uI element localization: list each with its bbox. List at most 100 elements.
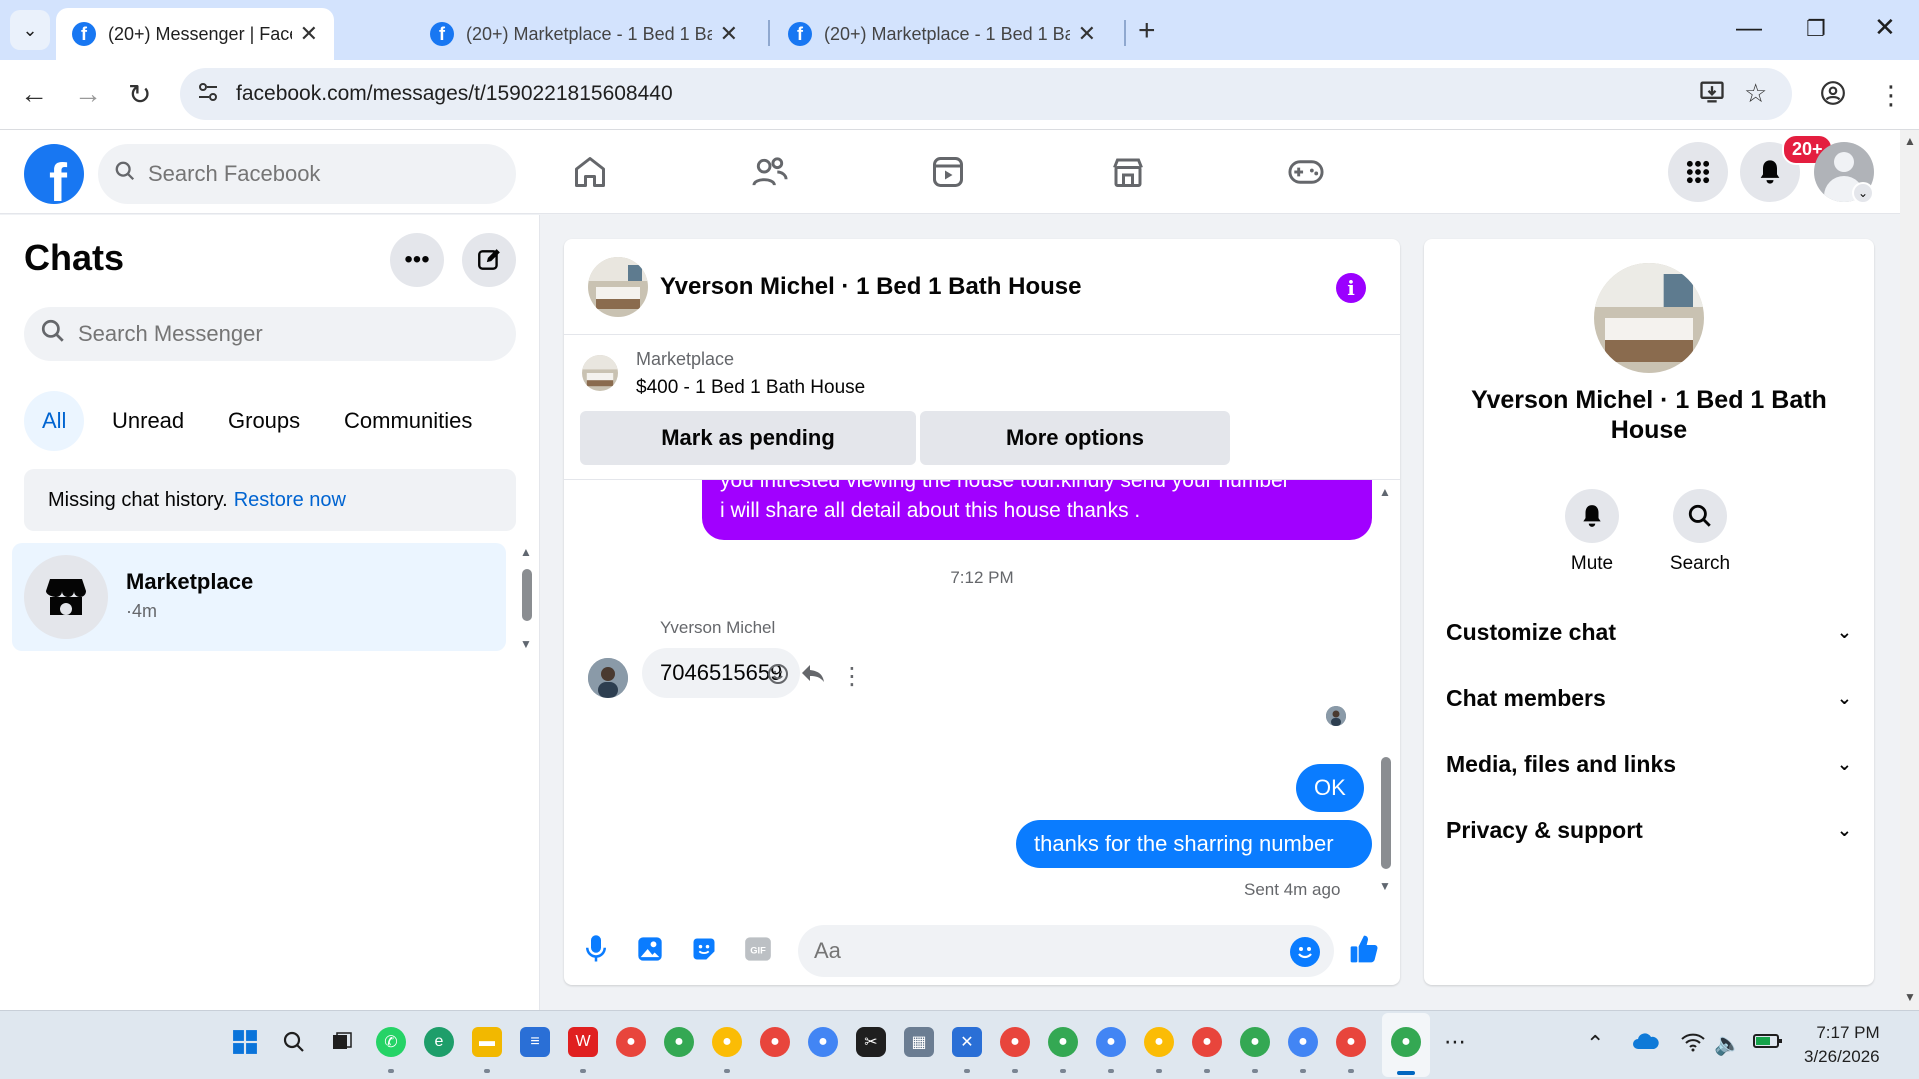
scroll-up-arrow[interactable]: ▲ <box>1379 485 1391 499</box>
chat-avatar[interactable] <box>588 257 648 317</box>
chat-title[interactable]: Yverson Michel · 1 Bed 1 Bath House <box>660 273 1081 301</box>
mute-action[interactable]: Mute <box>1552 489 1632 575</box>
more-options-button[interactable]: More options <box>920 411 1230 465</box>
task-view-icon[interactable] <box>327 1027 357 1057</box>
chrome-profile-icon[interactable]: ● <box>664 1027 694 1057</box>
search-action[interactable]: Search <box>1660 489 1740 575</box>
scroll-up-arrow[interactable]: ▲ <box>1904 134 1916 148</box>
filter-unread[interactable]: Unread <box>94 391 202 451</box>
messenger-search[interactable] <box>24 307 516 361</box>
chrome-icon[interactable]: ● <box>616 1027 646 1057</box>
friends-icon[interactable] <box>748 150 792 194</box>
new-message-button[interactable] <box>462 233 516 287</box>
emoji-icon[interactable] <box>1290 937 1320 967</box>
chrome-profile-icon[interactable]: ● <box>1096 1027 1126 1057</box>
message-scrollbar[interactable]: ▲ ▼ <box>1378 485 1394 895</box>
sender-avatar[interactable] <box>588 658 628 698</box>
sent-message-bubble[interactable]: you intrested viewing the house tour.kin… <box>702 480 1372 540</box>
close-tab-icon[interactable]: ✕ <box>300 21 318 47</box>
address-bar[interactable]: facebook.com/messages/t/1590221815608440… <box>180 68 1792 120</box>
message-input-box[interactable] <box>798 925 1334 977</box>
scroll-down-arrow[interactable]: ▼ <box>520 637 532 651</box>
info-icon[interactable]: i <box>1336 273 1366 303</box>
scroll-up-arrow[interactable]: ▲ <box>520 545 532 559</box>
chrome-profile-icon[interactable]: ● <box>760 1027 790 1057</box>
chrome-profile-icon[interactable]: ● <box>1336 1027 1366 1057</box>
mark-as-pending-button[interactable]: Mark as pending <box>580 411 916 465</box>
media-files-section[interactable]: Media, files and links ⌄ <box>1446 739 1852 789</box>
like-thumb-icon[interactable] <box>1348 933 1380 965</box>
more-apps-icon[interactable]: ⋯ <box>1440 1027 1470 1057</box>
photo-icon[interactable] <box>634 933 666 965</box>
edge-icon[interactable]: e <box>424 1027 454 1057</box>
snipping-tool-icon[interactable]: ✕ <box>952 1027 982 1057</box>
system-clock[interactable]: 7:17 PM 3/26/2026 <box>1804 1021 1880 1069</box>
site-info-icon[interactable] <box>196 80 226 110</box>
volume-icon[interactable]: 🔈 <box>1714 1031 1741 1057</box>
chrome-profile-icon[interactable]: ● <box>1000 1027 1030 1057</box>
facebook-logo[interactable]: f <box>24 144 84 204</box>
chrome-profile-icon[interactable]: ● <box>1240 1027 1270 1057</box>
chevron-up-icon[interactable]: ⌃ <box>1586 1031 1604 1057</box>
menu-grid-button[interactable] <box>1668 142 1728 202</box>
chat-options-button[interactable]: ••• <box>390 233 444 287</box>
back-button[interactable]: ← <box>20 78 48 110</box>
chrome-menu-icon[interactable]: ⋮ <box>1878 80 1904 111</box>
tab-search-button[interactable]: ⌄ <box>10 10 50 50</box>
facebook-search[interactable] <box>98 144 516 204</box>
tab-marketplace-2[interactable]: f (20+) Marketplace - 1 Bed 1 Bat ✕ <box>772 8 1112 60</box>
chrome-profile-icon[interactable]: ● <box>1048 1027 1078 1057</box>
minimize-button[interactable]: — <box>1736 12 1762 43</box>
chevron-down-icon[interactable]: ⌄ <box>1852 182 1874 204</box>
install-app-icon[interactable] <box>1698 78 1726 113</box>
forward-button[interactable]: → <box>74 78 102 110</box>
sent-message-bubble[interactable]: thanks for the sharring number <box>1016 820 1372 868</box>
chrome-profile-icon[interactable]: ● <box>1192 1027 1222 1057</box>
calculator-icon[interactable]: ▦ <box>904 1027 934 1057</box>
profile-icon[interactable] <box>1820 80 1846 113</box>
microphone-icon[interactable] <box>580 933 612 965</box>
battery-icon[interactable] <box>1752 1031 1784 1057</box>
messenger-search-input[interactable] <box>78 321 498 347</box>
reload-button[interactable]: ↻ <box>128 78 151 111</box>
marketplace-icon[interactable] <box>1106 150 1150 194</box>
bookmark-star-icon[interactable]: ☆ <box>1744 78 1767 109</box>
gaming-icon[interactable] <box>1284 150 1328 194</box>
new-tab-button[interactable]: + <box>1138 14 1156 48</box>
react-emoji-icon[interactable] <box>766 662 790 693</box>
onedrive-icon[interactable] <box>1632 1031 1660 1057</box>
sticker-icon[interactable] <box>688 933 720 965</box>
reply-icon[interactable] <box>800 662 826 693</box>
scroll-down-arrow[interactable]: ▼ <box>1904 990 1916 1004</box>
restore-button[interactable]: ❐ <box>1806 16 1826 42</box>
tab-marketplace-1[interactable]: f (20+) Marketplace - 1 Bed 1 Bat ✕ <box>414 8 754 60</box>
gif-icon[interactable]: GIF <box>742 933 774 965</box>
close-tab-icon[interactable]: ✕ <box>720 21 738 47</box>
chrome-profile-icon[interactable]: ● <box>808 1027 838 1057</box>
capcut-icon[interactable]: ✂ <box>856 1027 886 1057</box>
home-icon[interactable] <box>568 150 612 194</box>
wps-office-icon[interactable]: W <box>568 1027 598 1057</box>
chat-members-section[interactable]: Chat members ⌄ <box>1446 673 1852 723</box>
start-icon[interactable] <box>230 1027 260 1057</box>
profile-photo[interactable] <box>1594 263 1704 373</box>
whatsapp-icon[interactable]: ✆ <box>376 1027 406 1057</box>
close-window-button[interactable]: ✕ <box>1874 12 1896 43</box>
message-input[interactable] <box>814 938 1254 964</box>
scroll-down-arrow[interactable]: ▼ <box>1379 879 1391 893</box>
filter-communities[interactable]: Communities <box>326 391 490 451</box>
chrome-active-icon[interactable]: ● <box>1391 1027 1421 1057</box>
more-actions-icon[interactable]: ⋮ <box>840 662 864 691</box>
chrome-profile-icon[interactable]: ● <box>712 1027 742 1057</box>
notepad-icon[interactable]: ≡ <box>520 1027 550 1057</box>
search-icon[interactable] <box>279 1027 309 1057</box>
conversation-list-scrollbar[interactable]: ▲ ▼ <box>520 545 534 655</box>
close-tab-icon[interactable]: ✕ <box>1078 21 1096 47</box>
filter-groups[interactable]: Groups <box>210 391 318 451</box>
customize-chat-section[interactable]: Customize chat ⌄ <box>1446 607 1852 657</box>
filter-all[interactable]: All <box>24 391 85 451</box>
page-scrollbar[interactable]: ▲ ▼ <box>1900 130 1919 1010</box>
wifi-icon[interactable] <box>1680 1031 1706 1059</box>
marketplace-listing[interactable]: Marketplace $400 - 1 Bed 1 Bath House <box>564 335 1400 405</box>
conversation-item[interactable]: Marketplace ·4m <box>12 543 506 651</box>
